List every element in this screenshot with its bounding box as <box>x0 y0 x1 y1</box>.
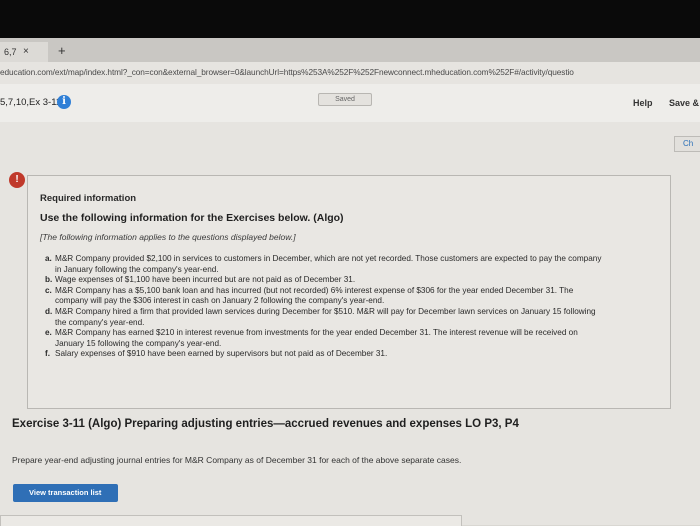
case-list: a. M&R Company provided $2,100 in servic… <box>45 254 605 360</box>
list-item: f. Salary expenses of $910 have been ear… <box>45 349 605 360</box>
tab-close-icon[interactable]: × <box>23 46 29 57</box>
item-letter: f. <box>45 349 51 359</box>
item-letter: c. <box>45 285 52 295</box>
info-icon[interactable]: i <box>57 95 71 109</box>
view-transaction-list-button[interactable]: View transaction list <box>13 484 118 502</box>
app-header: 5,7,10,Ex 3-11 i Saved Help Save & <box>0 84 700 123</box>
help-button[interactable]: Help <box>633 98 653 108</box>
item-text: M&R Company provided $2,100 in services … <box>55 254 602 274</box>
item-text: M&R Company has a $5,100 bank loan and h… <box>55 285 574 306</box>
address-bar[interactable]: education.com/ext/map/index.html?_con=co… <box>0 62 700 85</box>
list-item: d. M&R Company hired a firm that provide… <box>45 307 605 328</box>
tab-title: 6,7 <box>4 47 17 57</box>
item-text: M&R Company hired a firm that provided l… <box>55 306 596 327</box>
exercise-instructions: Prepare year-end adjusting journal entri… <box>12 455 462 465</box>
new-tab-icon[interactable]: + <box>58 43 66 58</box>
url-text[interactable]: education.com/ext/map/index.html?_con=co… <box>0 67 574 77</box>
item-letter: d. <box>45 306 53 316</box>
item-letter: e. <box>45 328 52 338</box>
browser-tab[interactable]: 6,7 × <box>0 42 48 62</box>
answer-area <box>0 515 462 526</box>
main-content: Ch ! Required information Use the follow… <box>0 122 700 526</box>
item-text: Salary expenses of $910 have been earned… <box>55 349 388 359</box>
save-exit-button[interactable]: Save & <box>669 98 699 108</box>
item-text: Wage expenses of $1,100 have been incurr… <box>55 275 356 285</box>
browser-tab-bar: 6,7 × + <box>0 38 700 62</box>
item-text: M&R Company has earned $210 in interest … <box>55 328 578 348</box>
required-info-note: [The following information applies to th… <box>40 232 296 242</box>
required-info-heading: Use the following information for the Ex… <box>40 212 344 224</box>
list-item: c. M&R Company has a $5,100 bank loan an… <box>45 286 605 307</box>
screen-bezel <box>0 0 700 38</box>
list-item: e. M&R Company has earned $210 in intere… <box>45 328 605 349</box>
exercise-label: 5,7,10,Ex 3-11 <box>0 97 62 108</box>
item-letter: a. <box>45 254 52 263</box>
list-item: a. M&R Company provided $2,100 in servic… <box>45 254 605 275</box>
saved-status-badge: Saved <box>318 93 372 106</box>
alert-icon: ! <box>9 172 25 188</box>
item-letter: b. <box>45 275 53 285</box>
required-info-title: Required information <box>40 193 137 204</box>
list-item: b. Wage expenses of $1,100 have been inc… <box>45 275 605 286</box>
required-information-panel: Required information Use the following i… <box>27 175 671 409</box>
check-my-work-button[interactable]: Ch <box>674 136 700 152</box>
exercise-title: Exercise 3-11 (Algo) Preparing adjusting… <box>12 418 519 430</box>
